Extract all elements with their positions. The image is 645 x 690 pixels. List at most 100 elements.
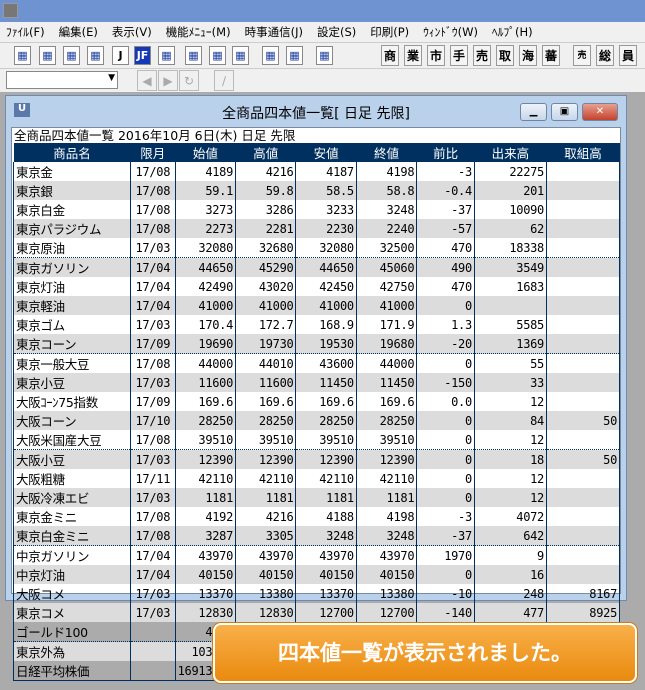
cell-name: 大阪ｺｰﾝ75指数 xyxy=(13,392,131,411)
memo-button[interactable]: ▦ xyxy=(232,46,249,65)
window-title-bar[interactable]: U 全商品四本値一覧[ 日足 先限] ▁ ▣ ✕ xyxy=(6,96,626,126)
menu-jiji[interactable]: 時事通信(J) xyxy=(245,24,303,40)
table-row[interactable]: 大阪コメ 17/03 13370 13380 13370 13380 -10 248 8167 xyxy=(13,584,621,603)
cell-close: 12700 xyxy=(355,603,418,622)
table-row[interactable]: 東京灯油 17/04 42490 43020 42450 42750 470 1683 xyxy=(13,277,621,296)
refresh-button[interactable]: ▦ xyxy=(158,46,175,65)
window-button[interactable]: ▦ xyxy=(262,46,279,65)
table-row[interactable]: 東京原油 17/03 32080 32680 32080 32500 470 18338 xyxy=(13,238,621,258)
column-header[interactable]: 出来高 xyxy=(474,143,547,162)
table-row[interactable]: 東京白金 17/08 3273 3286 3233 3248 -37 10090 xyxy=(13,200,621,219)
table-row[interactable]: 東京コメ 17/03 12830 12830 12700 12700 -140 477 8925 xyxy=(13,603,621,622)
cell-name: ゴールド100 xyxy=(13,622,131,642)
cell-high: 4216 xyxy=(235,507,297,526)
cell-open-interest xyxy=(545,565,621,584)
table-row[interactable]: 東京一般大豆 17/08 44000 44010 43600 44000 0 55 xyxy=(13,353,621,373)
close-button[interactable]: ✕ xyxy=(582,103,618,121)
menu-window[interactable]: ｳｨﾝﾄﾞｳ(W) xyxy=(423,24,478,40)
table-icon: ▦ xyxy=(90,49,101,62)
table-row[interactable]: 中京灯油 17/04 40150 40150 40150 40150 0 16 xyxy=(13,565,621,584)
column-header[interactable]: 高値 xyxy=(235,143,296,162)
table-row[interactable]: 東京軽油 17/04 41000 41000 41000 41000 0 xyxy=(13,296,621,315)
cell-volume: 10090 xyxy=(473,200,547,219)
table-row[interactable]: 東京銀 17/08 59.1 59.8 58.5 58.8 -0.4 201 xyxy=(13,181,621,200)
print-button[interactable]: ▦ xyxy=(316,46,333,65)
filter-button[interactable]: ∕ xyxy=(214,70,234,91)
table-row[interactable]: 東京コーン 17/09 19690 19730 19530 19680 -20 1369 xyxy=(13,334,621,354)
cell-open: 4189 xyxy=(174,162,237,181)
cell-open-interest: 8925 xyxy=(545,603,621,622)
table-row[interactable]: 大阪米国産大豆 17/08 39510 39510 39510 39510 0 12 xyxy=(13,430,621,450)
quick-button-3[interactable]: 手 xyxy=(450,45,468,66)
column-header[interactable]: 前比 xyxy=(416,143,475,162)
jf-JF-button[interactable]: JF xyxy=(134,46,151,65)
quick-button-6[interactable]: 海 xyxy=(519,45,537,66)
cell-volume: 477 xyxy=(473,603,547,622)
table-row[interactable]: 東京金 17/08 4189 4216 4187 4198 -3 22275 xyxy=(13,162,621,181)
menu-bar: ﾌｧｲﾙ(F) 編集(E) 表示(V) 機能ﾒﾆｭｰ(M) 時事通信(J) 設定… xyxy=(0,22,645,42)
menu-edit[interactable]: 編集(E) xyxy=(59,24,98,40)
quick-button-9[interactable]: 総 xyxy=(596,45,614,66)
alert-button[interactable]: ▦ xyxy=(185,46,202,65)
table-row[interactable]: 大阪小豆 17/03 12390 12390 12390 12390 0 18 50 xyxy=(13,449,621,469)
forward-button[interactable]: ▶ xyxy=(158,70,178,91)
menu-file[interactable]: ﾌｧｲﾙ(F) xyxy=(6,24,45,40)
list-button[interactable]: ▦ xyxy=(63,46,80,65)
table-row[interactable]: 東京ガソリン 17/04 44650 45290 44650 45060 490 3549 xyxy=(13,257,621,277)
quick-button-10[interactable]: 員 xyxy=(619,45,637,66)
cell-high: 4216 xyxy=(235,162,297,181)
menu-functions[interactable]: 機能ﾒﾆｭｰ(M) xyxy=(166,24,231,40)
menu-settings[interactable]: 設定(S) xyxy=(317,24,356,40)
window-blue-button[interactable]: ▦ xyxy=(286,46,303,65)
table-row[interactable]: 中京ガソリン 17/04 43970 43970 43970 43970 1970 9 xyxy=(13,545,621,565)
cell-month: 17/04 xyxy=(130,565,176,584)
edit-button[interactable]: ▦ xyxy=(209,46,226,65)
table-row[interactable]: 大阪冷凍エビ 17/03 1181 1181 1181 1181 0 12 xyxy=(13,488,621,507)
cell-name: 東京外為 xyxy=(13,641,131,661)
cell-open-interest xyxy=(545,277,621,296)
reload-button[interactable]: ↻ xyxy=(179,70,199,91)
multi-chart-button[interactable]: ▦ xyxy=(39,46,56,65)
menu-view[interactable]: 表示(V) xyxy=(112,24,152,40)
cell-name: 東京銀 xyxy=(13,181,131,200)
table-row[interactable]: 東京小豆 17/03 11600 11600 11450 11450 -150 33 xyxy=(13,373,621,392)
table-button[interactable]: ▦ xyxy=(87,46,104,65)
cell-low: 32080 xyxy=(295,238,357,258)
column-header[interactable]: 取組高 xyxy=(546,143,620,162)
back-button[interactable]: ◀ xyxy=(137,70,157,91)
quick-button-7[interactable]: 蕃 xyxy=(542,45,560,66)
quick-button-1[interactable]: 業 xyxy=(404,45,422,66)
quick-button-4[interactable]: 売 xyxy=(473,45,491,66)
column-header[interactable]: 限月 xyxy=(130,143,176,162)
table-row[interactable]: 東京金ミニ 17/08 4192 4216 4188 4198 -3 4072 xyxy=(13,507,621,526)
table-row[interactable]: 東京パラジウム 17/08 2273 2281 2230 2240 -57 62 xyxy=(13,219,621,238)
column-header[interactable]: 商品名 xyxy=(13,143,131,162)
table-row[interactable]: 大阪ｺｰﾝ75指数 17/09 169.6 169.6 169.6 169.6 0.0 12 xyxy=(13,392,621,411)
quick-button-5[interactable]: 取 xyxy=(496,45,514,66)
cell-close: 171.9 xyxy=(355,315,418,334)
column-header[interactable]: 終値 xyxy=(356,143,417,162)
table-row[interactable]: 大阪粗糖 17/11 42110 42110 42110 42110 0 12 xyxy=(13,469,621,488)
j-J-button[interactable]: J xyxy=(112,46,129,65)
quick-button-2[interactable]: 市 xyxy=(427,45,445,66)
minimize-button[interactable]: ▁ xyxy=(520,103,547,121)
cell-low: 12700 xyxy=(295,603,357,622)
menu-print[interactable]: 印刷(P) xyxy=(370,24,409,40)
quote-list-window: U 全商品四本値一覧[ 日足 先限] ▁ ▣ ✕ 全商品四本値一覧 2016年1… xyxy=(5,95,627,681)
column-header[interactable]: 始値 xyxy=(175,143,236,162)
symbol-combo[interactable]: ▼ xyxy=(6,71,118,89)
table-row[interactable]: 東京ゴム 17/03 170.4 172.7 168.9 171.9 1.3 5585 xyxy=(13,315,621,334)
chart-button[interactable]: ▦ xyxy=(14,46,31,65)
column-header[interactable]: 安値 xyxy=(295,143,357,162)
cell-high: 42110 xyxy=(235,469,297,488)
maximize-button[interactable]: ▣ xyxy=(551,103,578,121)
cell-month: 17/03 xyxy=(130,488,176,507)
table-row[interactable]: 東京白金ミニ 17/08 3287 3305 3248 3248 -37 642 xyxy=(13,526,621,546)
table-row[interactable]: 大阪コーン 17/10 28250 28250 28250 28250 0 84 50 xyxy=(13,411,621,430)
menu-help[interactable]: ﾍﾙﾌﾟ(H) xyxy=(492,24,533,40)
cell-high: 32680 xyxy=(235,238,297,258)
quick-button-0[interactable]: 商 xyxy=(381,45,399,66)
cell-month: 17/09 xyxy=(130,334,176,354)
quick-button-8[interactable]: 売買 xyxy=(573,45,591,81)
table-header: 商品名 限月 始値 高値 安値 終値 前比 出来高 取組高 xyxy=(13,143,620,162)
